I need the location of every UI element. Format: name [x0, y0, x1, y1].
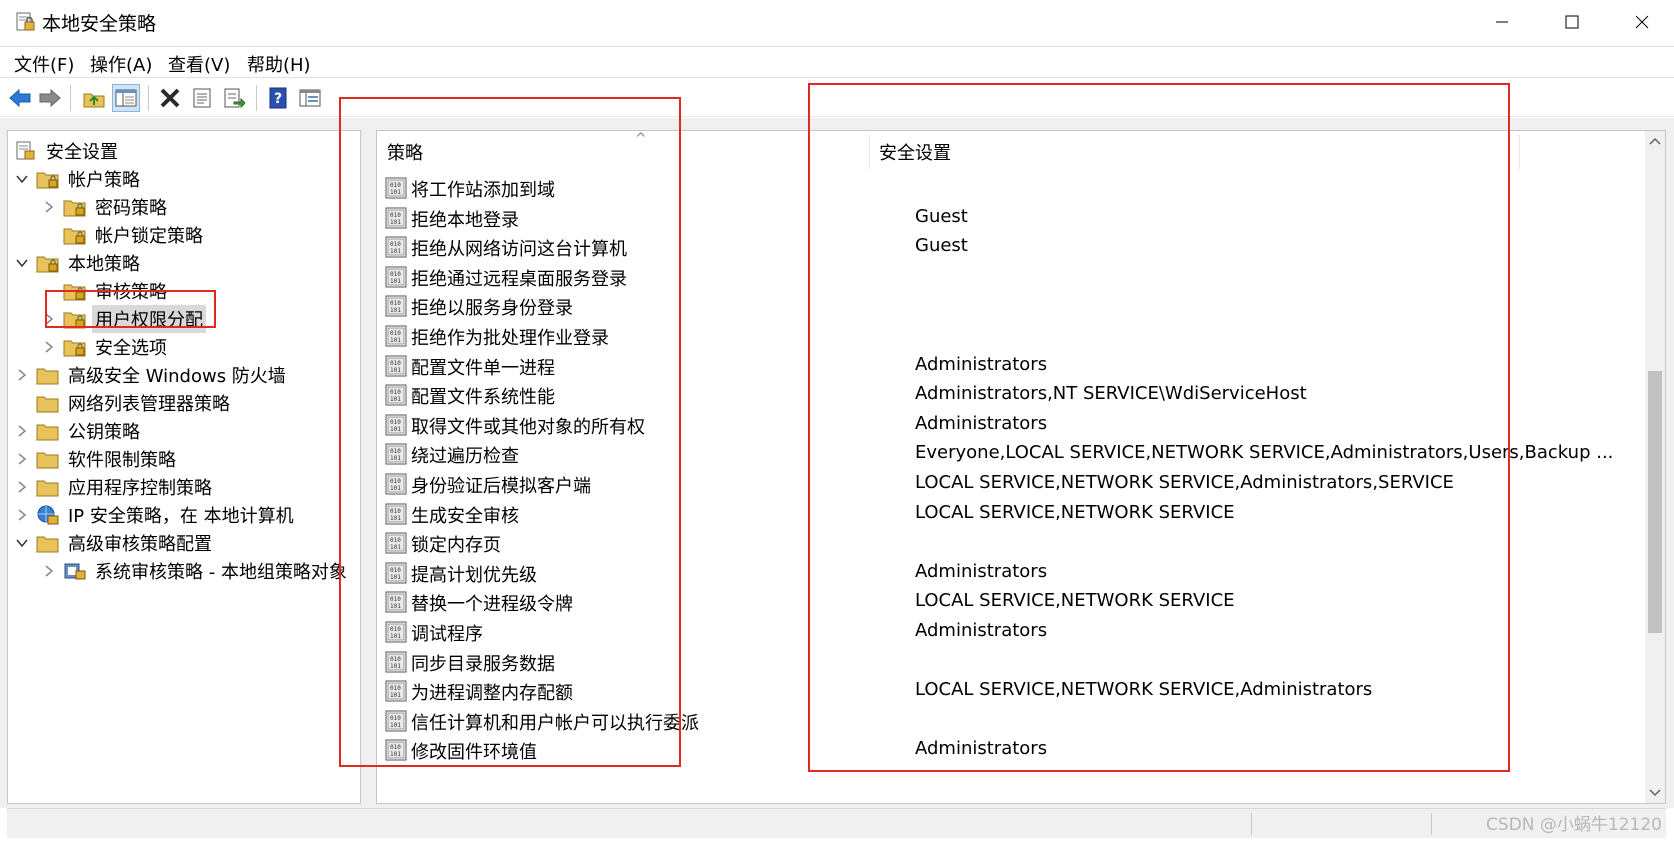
security-policy-app-icon	[14, 11, 36, 33]
menu-help[interactable]: 帮助(H)	[247, 51, 311, 77]
tree-label: 安全选项	[95, 338, 167, 359]
tree-item-software-restriction[interactable]: 软件限制策略	[14, 445, 179, 473]
lock-folder-icon	[36, 168, 60, 190]
properties-button[interactable]	[188, 84, 216, 112]
up-folder-icon	[83, 93, 105, 108]
menu-view[interactable]: 查看(V)	[168, 51, 230, 77]
console-view-button[interactable]	[296, 84, 324, 112]
chevron-down-icon[interactable]	[14, 171, 30, 187]
console-view-icon	[299, 89, 321, 107]
scroll-up-arrow-icon[interactable]	[1645, 131, 1665, 151]
tree-label: 软件限制策略	[68, 450, 176, 471]
menu-bar: 文件(F) 操作(A) 查看(V) 帮助(H)	[0, 46, 1674, 78]
tree-label: 高级安全 Windows 防火墙	[68, 366, 286, 387]
properties-icon	[193, 88, 211, 108]
tree-item-network-list-manager[interactable]: 网络列表管理器策略	[14, 389, 233, 417]
security-settings-icon	[14, 140, 38, 162]
export-list-icon	[224, 88, 245, 109]
folder-icon	[36, 448, 60, 470]
maximize-button[interactable]	[1537, 0, 1607, 44]
tree-item-password-policy[interactable]: 密码策略	[41, 193, 170, 221]
chevron-right-icon[interactable]	[41, 339, 57, 355]
close-button[interactable]	[1607, 0, 1674, 44]
tree-label: 本地策略	[68, 254, 140, 275]
chevron-right-icon[interactable]	[14, 479, 30, 495]
chevron-right-icon[interactable]	[14, 507, 30, 523]
help-icon: ?	[269, 87, 287, 109]
delete-icon	[160, 88, 180, 108]
tree-item-app-control-policies[interactable]: 应用程序控制策略	[14, 473, 215, 501]
chevron-right-icon[interactable]	[14, 451, 30, 467]
minimize-button[interactable]	[1467, 0, 1537, 44]
delete-button[interactable]	[156, 84, 184, 112]
folder-icon	[36, 476, 60, 498]
tree-label: IP 安全策略，在 本地计算机	[68, 506, 294, 527]
chevron-right-icon[interactable]	[41, 199, 57, 215]
scroll-down-arrow-icon[interactable]	[1645, 783, 1665, 803]
tree-label: 密码策略	[95, 198, 167, 219]
menu-file[interactable]: 文件(F)	[14, 51, 74, 77]
ip-security-globe-icon	[36, 504, 60, 526]
tree-label: 帐户锁定策略	[95, 226, 203, 247]
menu-action[interactable]: 操作(A)	[90, 51, 152, 77]
close-icon	[1635, 15, 1649, 29]
status-bar	[7, 808, 1666, 838]
tree-label: 高级审核策略配置	[68, 534, 212, 555]
tree-item-account-policies[interactable]: 帐户策略	[14, 165, 143, 193]
folder-icon	[36, 532, 60, 554]
tree-label: 系统审核策略 - 本地组策略对象	[95, 562, 347, 583]
svg-text:?: ?	[274, 91, 282, 107]
title-bar: 本地安全策略	[0, 0, 1674, 44]
export-list-button[interactable]	[220, 84, 248, 112]
lock-folder-icon	[63, 196, 87, 218]
show-hide-tree-icon	[115, 89, 137, 107]
tree-label: 公钥策略	[68, 422, 140, 443]
folder-icon	[36, 420, 60, 442]
tree-label: 网络列表管理器策略	[68, 394, 230, 415]
annotation-box-tree-selection	[45, 290, 216, 328]
tree-item-account-lockout-policy[interactable]: 帐户锁定策略	[41, 221, 206, 249]
chevron-down-icon[interactable]	[14, 535, 30, 551]
chevron-down-icon[interactable]	[14, 255, 30, 271]
lock-folder-icon	[36, 252, 60, 274]
vertical-scrollbar[interactable]	[1645, 131, 1665, 803]
show-hide-console-tree-button[interactable]	[112, 84, 140, 112]
back-button[interactable]	[6, 84, 34, 112]
tree-item-security-options[interactable]: 安全选项	[41, 333, 170, 361]
tree-item-system-audit-policies[interactable]: 系统审核策略 - 本地组策略对象	[41, 557, 350, 585]
annotation-box-setting-column	[808, 83, 1510, 772]
console-tree: 安全设置 帐户策略 密码策略 帐户锁定策略 本地策略 审核策略 用户权限分配 安…	[7, 130, 361, 804]
chevron-right-icon[interactable]	[14, 367, 30, 383]
tree-label: 安全设置	[46, 142, 118, 163]
forward-button[interactable]	[36, 84, 64, 112]
maximize-icon	[1565, 15, 1579, 29]
help-button[interactable]: ?	[264, 84, 292, 112]
lock-folder-icon	[63, 224, 87, 246]
tree-item-advanced-audit-config[interactable]: 高级审核策略配置	[14, 529, 215, 557]
chevron-right-icon[interactable]	[41, 563, 57, 579]
forward-arrow-icon	[39, 88, 61, 108]
back-arrow-icon	[9, 88, 31, 108]
minimize-icon	[1496, 21, 1508, 23]
tree-item-local-policies[interactable]: 本地策略	[14, 249, 143, 277]
folder-icon	[36, 392, 60, 414]
lock-folder-icon	[63, 336, 87, 358]
tree-item-public-key-policies[interactable]: 公钥策略	[14, 417, 143, 445]
watermark: CSDN @小蜗牛12120	[1486, 815, 1662, 835]
up-one-level-button[interactable]	[80, 84, 108, 112]
annotation-box-policy-column	[339, 97, 681, 767]
tree-label: 帐户策略	[68, 170, 140, 191]
audit-policy-object-icon	[63, 560, 87, 582]
tree-item-ip-security-policies[interactable]: IP 安全策略，在 本地计算机	[14, 501, 297, 529]
tree-item-windows-firewall[interactable]: 高级安全 Windows 防火墙	[14, 361, 289, 389]
tree-label: 应用程序控制策略	[68, 478, 212, 499]
tree-root-security-settings[interactable]: 安全设置	[14, 137, 121, 165]
folder-icon	[36, 364, 60, 386]
chevron-right-icon[interactable]	[14, 423, 30, 439]
scrollbar-thumb[interactable]	[1648, 371, 1662, 633]
window-title: 本地安全策略	[42, 13, 157, 35]
